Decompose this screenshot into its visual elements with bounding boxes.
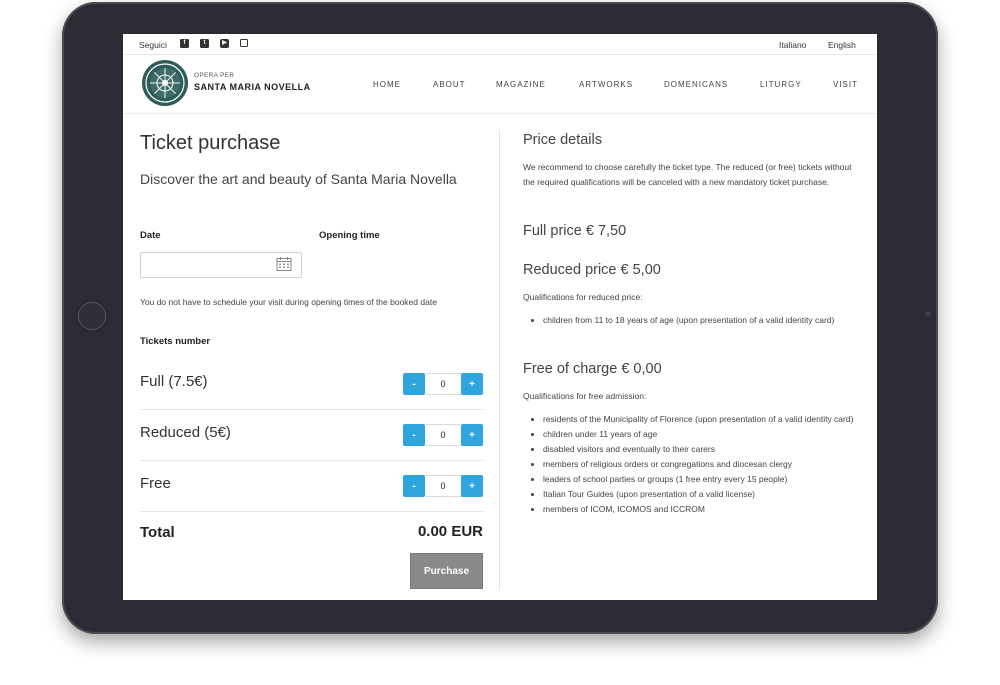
instagram-icon[interactable] (240, 39, 248, 47)
youtube-icon[interactable]: ▶ (220, 39, 229, 48)
calendar-icon[interactable] (276, 256, 292, 277)
ticket-name: Full (7.5€) (140, 373, 208, 390)
tablet-camera (925, 311, 931, 317)
quantity-stepper: - 0 + (403, 373, 483, 395)
nav-magazine[interactable]: MAGAZINE (496, 80, 546, 89)
list-item: residents of the Municipality of Florenc… (543, 412, 858, 427)
site-header: OPERA PER SANTA MARIA NOVELLA HOME ABOUT… (123, 55, 877, 114)
decrement-button[interactable]: - (403, 424, 425, 446)
twitter-icon[interactable]: t (200, 39, 209, 48)
ticket-row-reduced: Reduced (5€) - 0 + (140, 410, 483, 461)
list-item: members of ICOM, ICOMOS and ICCROM (543, 502, 858, 517)
language-english[interactable]: English (828, 40, 856, 50)
purchase-button[interactable]: Purchase (410, 553, 483, 589)
total-label: Total (140, 524, 175, 541)
list-item: Italian Tour Guides (upon presentation o… (543, 487, 858, 502)
nav-about[interactable]: ABOUT (433, 80, 466, 89)
increment-button[interactable]: + (461, 373, 483, 395)
increment-button[interactable]: + (461, 475, 483, 497)
top-bar: Seguici f t ▶ Italiano English (123, 34, 877, 55)
quantity-stepper: - 0 + (403, 424, 483, 446)
nav-liturgy[interactable]: LITURGY (760, 80, 802, 89)
page-subtitle: Discover the art and beauty of Santa Mar… (140, 171, 457, 187)
total-value: 0.00 EUR (417, 523, 483, 540)
quantity-stepper: - 0 + (403, 475, 483, 497)
logo-emblem[interactable] (141, 59, 189, 112)
ticket-row-full: Full (7.5€) - 0 + (140, 359, 483, 410)
free-qualifications-list: residents of the Municipality of Florenc… (523, 412, 858, 517)
page-title: Ticket purchase (140, 132, 281, 154)
decrement-button[interactable]: - (403, 475, 425, 497)
free-price-heading: Free of charge € 0,00 (523, 361, 662, 377)
screen: Seguici f t ▶ Italiano English OPERA PER… (123, 34, 877, 600)
schedule-note: You do not have to schedule your visit d… (140, 297, 437, 307)
column-divider (499, 130, 500, 590)
nav-home[interactable]: HOME (373, 80, 401, 89)
list-item: children from 11 to 18 years of age (upo… (543, 313, 858, 328)
nav-visit[interactable]: VISIT (833, 80, 858, 89)
quantity-value[interactable]: 0 (425, 424, 461, 446)
ticket-name: Free (140, 475, 171, 492)
reduced-qualifications-label: Qualifications for reduced price: (523, 292, 643, 302)
tickets-number-label: Tickets number (140, 336, 211, 347)
logo-title[interactable]: SANTA MARIA NOVELLA (194, 82, 311, 92)
quantity-value[interactable]: 0 (425, 373, 461, 395)
logo-small-text: OPERA PER (194, 72, 235, 79)
nav-domenicans[interactable]: DOMENICANS (664, 80, 728, 89)
date-label: Date (140, 230, 161, 241)
quantity-value[interactable]: 0 (425, 475, 461, 497)
list-item: leaders of school parties or groups (1 f… (543, 472, 858, 487)
full-price-heading: Full price € 7,50 (523, 223, 627, 239)
free-qualifications-label: Qualifications for free admission: (523, 391, 647, 401)
facebook-icon[interactable]: f (180, 39, 189, 48)
decrement-button[interactable]: - (403, 373, 425, 395)
follow-label: Seguici (139, 40, 167, 50)
nav-artworks[interactable]: ARTWORKS (579, 80, 633, 89)
ticket-row-free: Free - 0 + (140, 461, 483, 512)
list-item: children under 11 years of age (543, 427, 858, 442)
language-italiano[interactable]: Italiano (779, 40, 806, 50)
opening-time-label: Opening time (319, 230, 380, 241)
list-item: disabled visitors and eventually to thei… (543, 442, 858, 457)
increment-button[interactable]: + (461, 424, 483, 446)
price-details-title: Price details (523, 132, 602, 148)
tablet-home-button (78, 302, 106, 330)
reduced-price-heading: Reduced price € 5,00 (523, 262, 661, 278)
ticket-name: Reduced (5€) (140, 424, 231, 441)
price-details-intro: We recommend to choose carefully the tic… (523, 162, 852, 187)
reduced-qualifications-list: children from 11 to 18 years of age (upo… (523, 313, 858, 328)
list-item: members of religious orders or congregat… (543, 457, 858, 472)
